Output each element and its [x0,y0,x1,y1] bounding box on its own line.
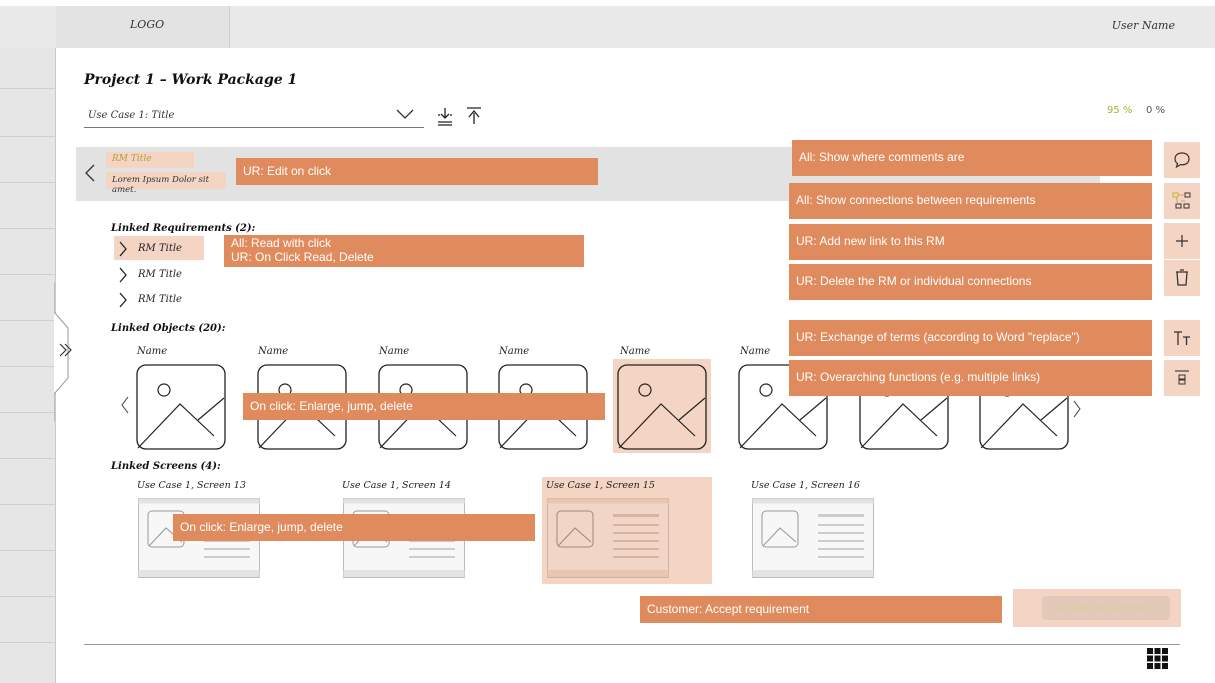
object-name: Name [137,346,168,357]
object-name: Name [740,346,771,357]
grid-menu-icon[interactable] [1147,648,1168,669]
note-overarching: UR: Overarching functions (e.g. multiple… [789,360,1152,396]
chevron-left-icon[interactable] [120,396,130,414]
replace-terms-button[interactable] [1164,320,1200,356]
note-edit-on-click: UR: Edit on click [236,158,598,185]
object-name: Name [258,346,289,357]
chevron-down-icon[interactable] [396,108,414,120]
note-add-link: UR: Add new link to this RM [789,224,1152,260]
screen-title: Use Case 1, Screen 13 [137,480,246,491]
chevron-right-icon [119,241,127,257]
progress-percent-open: 0 % [1146,105,1166,116]
linked-rm-title: RM Title [138,294,182,305]
delete-button[interactable] [1164,260,1200,296]
plus-icon [1176,235,1188,247]
note-read-with-click: All: Read with click UR: On Click Read, … [224,235,584,267]
linked-requirements-heading: Linked Requirements (2): [111,223,256,234]
chevron-right-icon [119,267,127,283]
object-name: Name [499,346,530,357]
project-title: Project 1 – Work Package 1 [84,72,298,88]
connections-button[interactable] [1164,183,1200,219]
multi-select-icon [1175,370,1189,385]
speech-bubble-icon [1174,152,1190,169]
accept-requirement-button[interactable]: Accept Requirement [1042,596,1170,620]
note-exchange-terms: UR: Exchange of terms (according to Word… [789,320,1152,356]
user-name[interactable]: User Name [1112,19,1175,32]
note-show-comments: All: Show where comments are [792,140,1152,176]
chevron-right-icon [119,292,127,308]
trash-icon [1176,269,1188,286]
overarching-functions-button[interactable] [1164,360,1200,396]
linked-rm-item[interactable]: RM Title [118,291,218,309]
comments-button[interactable] [1164,142,1200,178]
use-case-select-value: Use Case 1: Title [88,110,175,121]
linked-screens-heading: Linked Screens (4): [111,461,221,472]
download-icon[interactable] [436,106,454,126]
note-customer-accept: Customer: Accept requirement [640,596,1002,623]
chevron-right-icon[interactable] [1072,400,1082,418]
rm-description[interactable]: Lorem Ipsum Dolor sit amet. [106,172,226,195]
rm-title[interactable]: RM Title [106,152,194,168]
image-placeholder-icon[interactable] [617,364,707,450]
screen-thumbnail[interactable] [547,498,669,578]
double-chevron-right-icon[interactable] [58,342,74,358]
screen-title: Use Case 1, Screen 14 [342,480,451,491]
object-name: Name [620,346,651,357]
object-name: Name [379,346,410,357]
screen-thumbnail[interactable] [752,498,874,578]
chevron-left-icon[interactable] [84,164,96,182]
linked-rm-title: RM Title [138,269,182,280]
text-size-icon [1174,331,1190,345]
progress-percent-accepted: 95 % [1107,105,1133,116]
left-rail [0,48,56,683]
note-objects-click: On click: Enlarge, jump, delete [243,393,605,420]
note-delete-rm: UR: Delete the RM or individual connecti… [789,264,1152,300]
add-link-button[interactable] [1164,223,1200,259]
connections-icon [1172,192,1191,209]
upload-icon[interactable] [465,106,483,126]
note-screens-click: On click: Enlarge, jump, delete [173,514,535,541]
bottom-divider [84,644,1180,645]
linked-objects-heading: Linked Objects (20): [111,323,226,334]
linked-rm-title: RM Title [138,243,182,254]
note-show-connections: All: Show connections between requiremen… [789,183,1152,219]
image-placeholder-icon[interactable] [136,364,226,450]
screen-title: Use Case 1, Screen 15 [546,480,655,491]
logo[interactable]: LOGO [130,18,164,31]
linked-rm-item[interactable]: RM Title [118,266,218,284]
screen-title: Use Case 1, Screen 16 [751,480,860,491]
linked-rm-item[interactable]: RM Title [118,240,218,258]
